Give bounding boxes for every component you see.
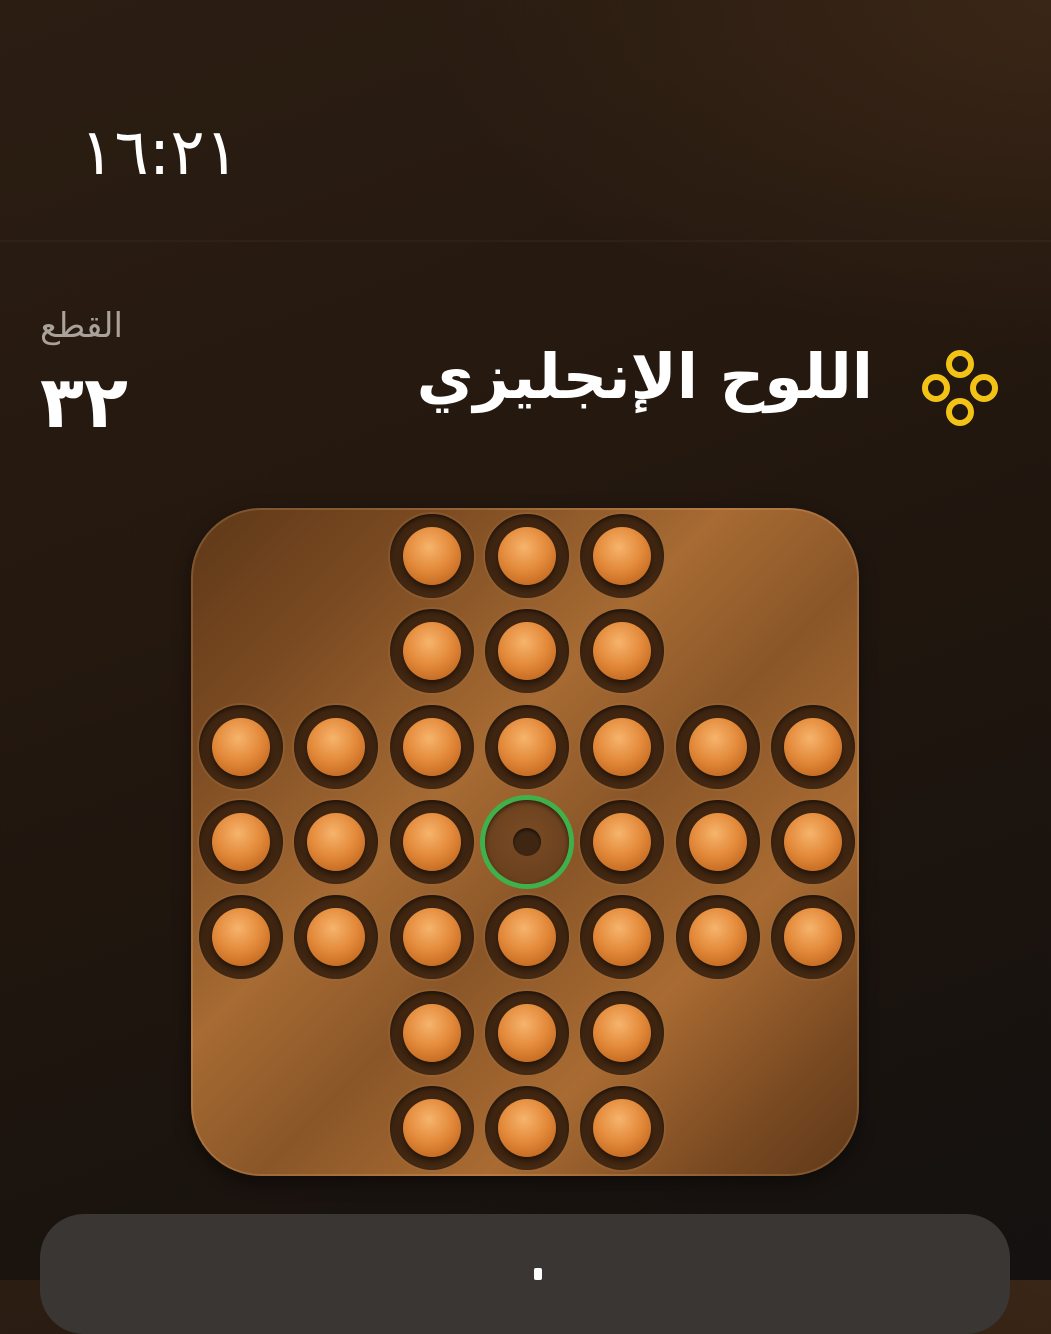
peg[interactable]	[402, 908, 461, 967]
board-hole-r3-c3[interactable]	[484, 799, 569, 884]
peg[interactable]	[402, 717, 461, 776]
header-divider	[0, 240, 1051, 242]
peg[interactable]	[497, 717, 556, 776]
bottom-panel[interactable]	[40, 1214, 1010, 1334]
peg[interactable]	[402, 1003, 461, 1062]
board-hole-r5-c3[interactable]	[484, 990, 569, 1075]
peg[interactable]	[688, 908, 747, 967]
peg[interactable]	[212, 908, 270, 967]
board-hole-r4-c4[interactable]	[580, 895, 665, 980]
board-hole-r5-c4[interactable]	[580, 990, 665, 1075]
board-hole-r2-c2[interactable]	[389, 704, 474, 789]
board-hole-r2-c3[interactable]	[484, 704, 569, 789]
board-hole-r0-c3[interactable]	[484, 514, 569, 598]
board-hole-r4-c2[interactable]	[389, 895, 474, 980]
board-hole-r4-c5[interactable]	[675, 895, 760, 980]
peg[interactable]	[307, 908, 366, 967]
peg[interactable]	[402, 812, 461, 871]
peg[interactable]	[497, 908, 556, 967]
peg[interactable]	[688, 812, 747, 871]
board-hole-r6-c2[interactable]	[389, 1085, 474, 1170]
board-hole-r2-c5[interactable]	[675, 704, 760, 789]
peg[interactable]	[593, 908, 652, 967]
board-hole-r2-c0[interactable]	[199, 704, 283, 789]
peg[interactable]	[402, 527, 461, 585]
board-hole-r1-c3[interactable]	[484, 609, 569, 694]
board-hole-r4-c6[interactable]	[770, 895, 855, 980]
peg[interactable]	[307, 717, 366, 776]
peg[interactable]	[593, 1003, 652, 1062]
board-hole-r3-c4[interactable]	[580, 799, 665, 884]
board-hole-r4-c0[interactable]	[199, 895, 283, 980]
peg[interactable]	[212, 717, 270, 776]
board-hole-r2-c1[interactable]	[294, 704, 379, 789]
peg[interactable]	[212, 812, 270, 871]
peg[interactable]	[783, 812, 842, 871]
pieces-count: ٣٢	[40, 360, 128, 444]
empty-hole-dot	[512, 827, 541, 856]
peg[interactable]	[402, 1098, 461, 1157]
peg[interactable]	[593, 527, 652, 585]
board-hole-r3-c2[interactable]	[389, 799, 474, 884]
peg[interactable]	[593, 622, 652, 681]
board-hole-r0-c4[interactable]	[580, 514, 665, 598]
peg[interactable]	[497, 527, 556, 585]
peg[interactable]	[783, 908, 842, 967]
pieces-label: القطع	[40, 306, 123, 346]
four-rings-icon[interactable]	[914, 342, 1006, 434]
bottom-panel-glyph	[534, 1268, 542, 1280]
status-time: ١٦:٢١	[80, 116, 240, 190]
peg[interactable]	[402, 622, 461, 681]
peg[interactable]	[497, 622, 556, 681]
board-hole-r6-c4[interactable]	[580, 1085, 665, 1170]
peg[interactable]	[497, 1003, 556, 1062]
board-hole-r4-c3[interactable]	[484, 895, 569, 980]
peg[interactable]	[593, 717, 652, 776]
board-hole-r1-c4[interactable]	[580, 609, 665, 694]
board-hole-r3-c5[interactable]	[675, 799, 760, 884]
board-hole-r2-c6[interactable]	[770, 704, 855, 789]
board-hole-r5-c2[interactable]	[389, 990, 474, 1075]
board-hole-r4-c1[interactable]	[294, 895, 379, 980]
peg[interactable]	[688, 717, 747, 776]
board-hole-r0-c2[interactable]	[389, 514, 474, 598]
board-hole-r3-c0[interactable]	[199, 799, 283, 884]
board-hole-r1-c2[interactable]	[389, 609, 474, 694]
peg[interactable]	[593, 812, 652, 871]
board-hole-r2-c4[interactable]	[580, 704, 665, 789]
board-title: اللوح الإنجليزي	[416, 340, 873, 413]
peg[interactable]	[593, 1098, 652, 1157]
peg[interactable]	[497, 1098, 556, 1157]
game-board	[191, 508, 859, 1176]
board-hole-r3-c6[interactable]	[770, 799, 855, 884]
peg[interactable]	[307, 812, 366, 871]
board-hole-r3-c1[interactable]	[294, 799, 379, 884]
board-hole-r6-c3[interactable]	[484, 1085, 569, 1170]
peg[interactable]	[783, 717, 842, 776]
